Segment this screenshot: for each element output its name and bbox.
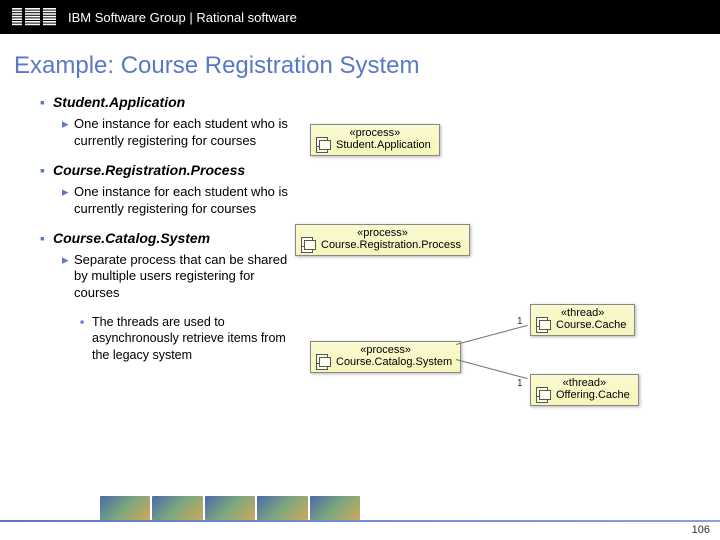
bullet-point: Separate process that can be shared by m… — [62, 252, 297, 303]
bullet-point: One instance for each student who is cur… — [62, 116, 297, 150]
uml-association-line — [456, 359, 528, 379]
footer-decorative-images — [100, 496, 360, 520]
uml-stereotype: «thread» — [539, 377, 630, 389]
page-title: Example: Course Registration System — [14, 52, 720, 80]
uml-class-course-registration: «process» Course.Registration.Process — [295, 224, 470, 256]
uml-class-student-application: «process» Student.Application — [310, 124, 440, 156]
header-breadcrumb: IBM Software Group | Rational software — [68, 10, 297, 25]
section-heading-1: Student.Application — [40, 94, 700, 110]
ibm-logo-icon — [12, 8, 56, 26]
uml-multiplicity: 1 — [517, 316, 523, 327]
uml-stereotype: «process» — [319, 344, 452, 356]
bullet-point: One instance for each student who is cur… — [62, 184, 297, 218]
footer-divider — [0, 520, 720, 522]
uml-class-course-cache: «thread» Course.Cache — [530, 304, 635, 336]
uml-class-course-catalog: «process» Course.Catalog.System — [310, 341, 461, 373]
page-number: 106 — [692, 524, 710, 536]
uml-name: Course.Catalog.System — [319, 356, 452, 368]
top-bar: IBM Software Group | Rational software — [0, 0, 720, 34]
uml-name: Course.Cache — [539, 319, 626, 331]
uml-stereotype: «thread» — [539, 307, 626, 319]
section-heading-2: Course.Registration.Process — [40, 162, 700, 178]
uml-stereotype: «process» — [304, 227, 461, 239]
uml-name: Course.Registration.Process — [304, 239, 461, 251]
sub-bullet: The threads are used to asynchronously r… — [80, 314, 300, 363]
content-area: Student.Application One instance for eac… — [0, 94, 720, 363]
uml-class-offering-cache: «thread» Offering.Cache — [530, 374, 639, 406]
uml-name: Offering.Cache — [539, 389, 630, 401]
uml-association-line — [456, 325, 528, 345]
uml-stereotype: «process» — [319, 127, 431, 139]
uml-name: Student.Application — [319, 139, 431, 151]
uml-multiplicity: 1 — [517, 378, 523, 389]
